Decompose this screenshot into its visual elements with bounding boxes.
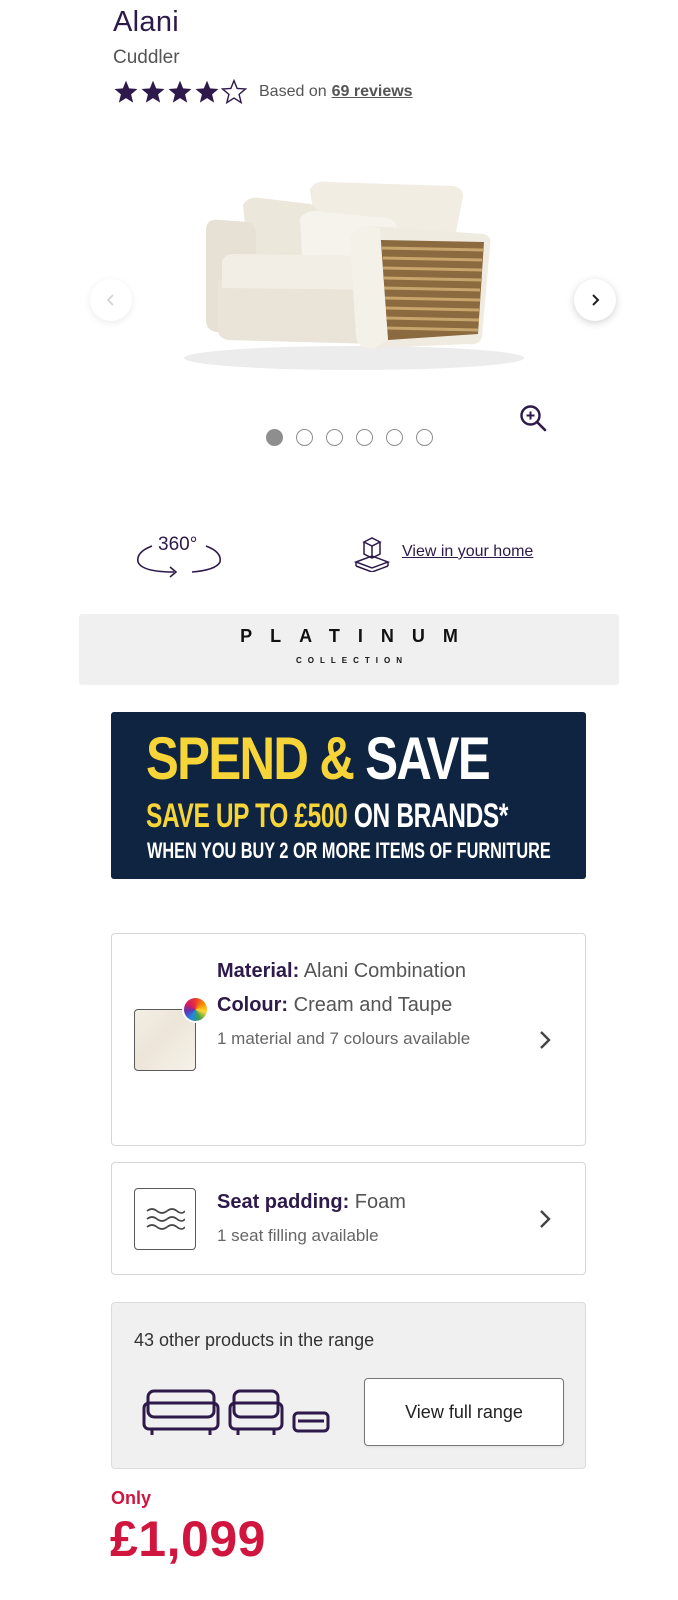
colour-wheel-icon <box>182 996 209 1023</box>
star-filled-icon <box>114 80 138 103</box>
zoom-button[interactable] <box>518 403 548 433</box>
seat-label: Seat padding: <box>217 1191 350 1213</box>
view-in-home-label: View in your home <box>402 543 534 560</box>
material-availability: 1 material and 7 colours available <box>217 1029 471 1048</box>
colour-value: Cream and Taupe <box>293 994 453 1016</box>
star-rating <box>113 79 247 105</box>
star-filled-icon <box>195 80 219 103</box>
material-value: Alani Combination <box>303 960 467 982</box>
seat-value: Foam <box>354 1191 406 1213</box>
star-filled-icon <box>168 80 192 103</box>
promo-line2-c: ON BRANDS* <box>347 797 509 835</box>
seat-padding-selector[interactable]: Seat padding: Foam 1 seat filling availa… <box>111 1162 586 1275</box>
product-title: Alani <box>113 6 179 38</box>
carousel-dot[interactable] <box>326 429 343 446</box>
seat-availability: 1 seat filling available <box>217 1226 379 1245</box>
carousel-dot[interactable] <box>356 429 373 446</box>
seat-info: Seat padding: Foam 1 seat filling availa… <box>217 1185 406 1253</box>
reviews-link[interactable]: 69 reviews <box>332 83 413 101</box>
carousel-dot[interactable] <box>386 429 403 446</box>
promo-amount: £500 <box>294 797 348 835</box>
chevron-right-icon <box>540 1031 551 1049</box>
material-info: Material: Alani Combination Colour: Crea… <box>217 954 517 1056</box>
carousel-dot[interactable] <box>416 429 433 446</box>
furniture-range-icon <box>142 1389 330 1435</box>
promo-subheadline: SAVE UP TO £500 ON BRANDS* <box>146 796 508 836</box>
view-360-button[interactable]: 360° <box>134 532 224 578</box>
carousel-prev-button[interactable] <box>90 279 132 321</box>
product-subtitle: Cuddler <box>113 47 180 68</box>
carousel-next-button[interactable] <box>574 279 616 321</box>
price-prefix: Only <box>111 1488 152 1508</box>
promo-terms-line: WHEN YOU BUY 2 OR MORE ITEMS OF FURNITUR… <box>147 838 551 863</box>
view-in-home-link[interactable]: View in your home <box>352 532 533 572</box>
carousel-dot[interactable] <box>266 429 283 446</box>
based-on-text: Based on <box>259 83 327 100</box>
rating-row: Based on 69 reviews <box>113 78 413 106</box>
promo-banner[interactable]: SPEND & SAVE SAVE UP TO £500 ON BRANDS* … <box>111 712 586 879</box>
chevron-right-icon <box>540 1210 551 1228</box>
carousel-dots <box>266 429 433 446</box>
zoom-in-icon <box>520 405 547 432</box>
collection-sub: COLLECTION <box>296 656 408 665</box>
material-colour-selector[interactable]: Material: Alani Combination Colour: Crea… <box>111 933 586 1146</box>
view-full-range-button[interactable]: View full range <box>364 1378 564 1446</box>
chevron-right-icon <box>592 294 600 306</box>
collection-name: PLATINUM <box>240 626 476 646</box>
promo-headline-save: SAVE <box>365 725 490 792</box>
platinum-collection-badge: PLATINUM COLLECTION <box>79 614 619 685</box>
price-value: £1,099 <box>110 1511 266 1567</box>
view-360-label: 360° <box>158 534 198 555</box>
promo-headline-spend: SPEND & <box>146 725 355 792</box>
product-image <box>184 181 524 370</box>
material-label: Material: <box>217 960 300 982</box>
waves-icon <box>146 1208 185 1230</box>
carousel-dot[interactable] <box>296 429 313 446</box>
seat-padding-icon-box <box>134 1188 196 1250</box>
star-filled-icon <box>141 80 165 103</box>
range-count-text: 43 other products in the range <box>134 1330 375 1350</box>
colour-label: Colour: <box>217 994 289 1016</box>
ar-box-icon <box>353 537 391 572</box>
promo-line2-a: SAVE UP TO <box>146 797 295 835</box>
chevron-left-icon <box>106 294 114 306</box>
star-empty-icon <box>221 79 247 105</box>
promo-headline: SPEND & SAVE <box>146 725 491 792</box>
product-gallery[interactable] <box>88 130 623 430</box>
range-panel: 43 other products in the range View full… <box>111 1302 586 1469</box>
